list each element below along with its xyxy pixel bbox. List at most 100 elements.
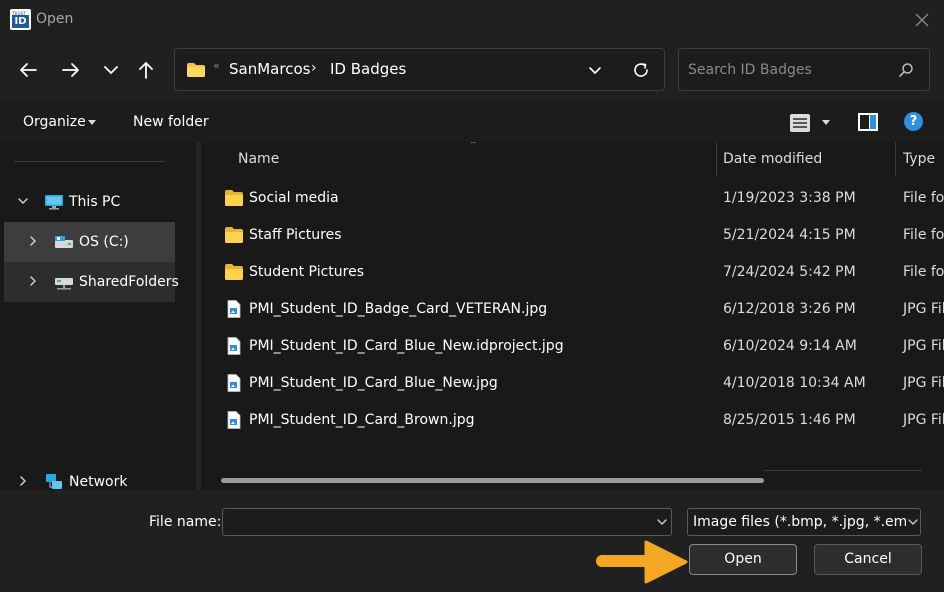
file-type: File fo — [903, 264, 944, 280]
chevron-down-icon[interactable] — [655, 515, 669, 529]
address-dropdown-chevron-icon[interactable] — [586, 61, 604, 79]
view-options-caret-icon[interactable] — [822, 120, 830, 125]
file-type: File fo — [903, 227, 944, 243]
chevron-right-icon[interactable] — [26, 274, 40, 288]
up-arrow-icon[interactable] — [134, 58, 158, 82]
list-item[interactable]: PMI_Student_ID_Card_Brown.jpg 8/25/2015 … — [201, 402, 944, 439]
file-name: PMI_Student_ID_Card_Brown.jpg — [249, 412, 475, 428]
file-name: Social media — [249, 190, 339, 206]
recent-locations-chevron-icon[interactable] — [99, 58, 123, 82]
column-header-name[interactable]: Name — [201, 142, 716, 176]
list-item[interactable]: Social media 1/19/2023 3:38 PM File fo — [201, 180, 944, 217]
breadcrumb-id-badges[interactable]: ID Badges — [330, 60, 406, 78]
search-box[interactable] — [678, 48, 930, 91]
file-date: 1/19/2023 3:38 PM — [723, 190, 856, 206]
sidebar-item-this-pc[interactable]: This PC — [4, 182, 175, 222]
preview-pane-icon[interactable] — [857, 112, 879, 132]
file-name-label: File name: — [149, 514, 222, 530]
file-list: ⌃ Name Date modified Type Social media 1… — [201, 142, 944, 490]
list-item[interactable]: PMI_Student_ID_Card_Blue_New.idproject.j… — [201, 328, 944, 365]
organize-menu-button[interactable]: Organize — [23, 114, 86, 130]
file-type: JPG Fil — [903, 375, 944, 391]
organize-dropdown-caret-icon[interactable] — [88, 120, 96, 125]
app-logo-icon: TRUST ID — [10, 9, 31, 30]
file-name: PMI_Student_ID_Card_Blue_New.idproject.j… — [249, 338, 564, 354]
sidebar-item-os-c[interactable]: OS (C:) — [4, 222, 175, 262]
file-date: 6/10/2024 9:14 AM — [723, 338, 857, 354]
chevron-down-icon[interactable] — [16, 194, 30, 208]
list-item[interactable]: PMI_Student_ID_Badge_Card_VETERAN.jpg 6/… — [201, 291, 944, 328]
file-date: 6/12/2018 3:26 PM — [723, 301, 856, 317]
file-type: File fo — [903, 190, 944, 206]
monitor-icon — [45, 195, 63, 210]
file-type-selected-value: Image files (*.bmp, *.jpg, *.emf, — [693, 514, 917, 530]
back-arrow-icon[interactable] — [16, 58, 40, 82]
scrollbar-guide-line — [764, 470, 922, 471]
cancel-button[interactable]: Cancel — [814, 544, 922, 575]
file-name: Student Pictures — [249, 264, 365, 280]
image-file-icon — [227, 300, 241, 318]
view-details-icon[interactable] — [789, 113, 811, 133]
image-file-icon — [227, 374, 241, 392]
help-icon[interactable]: ? — [904, 112, 923, 131]
chevron-down-icon[interactable] — [906, 515, 920, 529]
file-type-select[interactable]: Image files (*.bmp, *.jpg, *.emf, — [687, 508, 921, 536]
open-button[interactable]: Open — [689, 544, 797, 575]
image-file-icon — [227, 411, 241, 429]
file-name-input[interactable] — [229, 512, 629, 532]
refresh-icon[interactable] — [631, 60, 651, 80]
sidebar-item-label: SharedFolders — [79, 274, 179, 290]
column-header-label: Date modified — [723, 151, 823, 167]
window-title: Open — [36, 11, 74, 27]
file-date: 4/10/2018 10:34 AM — [723, 375, 866, 391]
app-logo-id-text: ID — [12, 15, 29, 28]
search-input[interactable] — [688, 59, 888, 81]
column-header-type[interactable]: Type — [896, 142, 944, 176]
command-toolbar: Organize New folder ? — [0, 102, 944, 142]
search-icon[interactable] — [897, 61, 915, 79]
sidebar-item-label: Network — [69, 474, 128, 490]
sidebar-item-label: OS (C:) — [79, 234, 129, 250]
file-type: JPG Fil — [903, 412, 944, 428]
new-folder-button[interactable]: New folder — [133, 114, 209, 130]
sidebar-item-label: This PC — [69, 194, 121, 210]
file-date: 5/21/2024 4:15 PM — [723, 227, 856, 243]
file-name: Staff Pictures — [249, 227, 342, 243]
list-item[interactable]: Staff Pictures 5/21/2024 4:15 PM File fo — [201, 217, 944, 254]
horizontal-scrollbar-thumb[interactable] — [221, 478, 764, 483]
callout-arrow-icon — [596, 540, 688, 584]
file-name: PMI_Student_ID_Badge_Card_VETERAN.jpg — [249, 301, 548, 317]
file-type: JPG Fil — [903, 301, 944, 317]
title-bar: TRUST ID Open — [0, 0, 944, 40]
list-item[interactable]: Student Pictures 7/24/2024 5:42 PM File … — [201, 254, 944, 291]
column-header-label: Name — [238, 151, 280, 167]
breadcrumb-sanmarcos[interactable]: SanMarcos — [229, 60, 310, 78]
folder-icon — [225, 227, 243, 243]
column-header-label: Type — [903, 151, 936, 167]
file-name: PMI_Student_ID_Card_Blue_New.jpg — [249, 375, 498, 391]
image-file-icon — [227, 337, 241, 355]
breadcrumb-chevron[interactable]: › — [311, 60, 317, 76]
close-icon[interactable] — [912, 10, 932, 30]
navigation-pane: This PC OS (C:) SharedFolders Network — [0, 142, 201, 490]
column-header-date[interactable]: Date modified — [717, 142, 895, 176]
navigation-bar: « SanMarcos › ID Badges — [0, 40, 944, 102]
folder-icon — [225, 264, 243, 280]
network-icon — [46, 474, 62, 489]
file-type: JPG Fil — [903, 338, 944, 354]
file-date: 7/24/2024 5:42 PM — [723, 264, 856, 280]
sidebar-item-sharedfolders[interactable]: SharedFolders — [4, 262, 179, 302]
nav-pane-divider — [14, 161, 165, 162]
file-name-combobox[interactable] — [222, 508, 672, 536]
dialog-footer: File name: Image files (*.bmp, *.jpg, *.… — [0, 490, 944, 592]
address-bar[interactable]: « SanMarcos › ID Badges — [174, 48, 665, 91]
folder-icon — [225, 190, 243, 206]
chevron-right-icon[interactable] — [26, 234, 40, 248]
folder-icon — [187, 63, 205, 77]
forward-arrow-icon[interactable] — [59, 58, 83, 82]
list-item[interactable]: PMI_Student_ID_Card_Blue_New.jpg 4/10/20… — [201, 365, 944, 402]
chevron-right-icon[interactable] — [16, 474, 30, 488]
drive-icon — [55, 236, 73, 248]
file-date: 8/25/2015 1:46 PM — [723, 412, 856, 428]
address-overflow-separator[interactable]: « — [213, 59, 220, 72]
